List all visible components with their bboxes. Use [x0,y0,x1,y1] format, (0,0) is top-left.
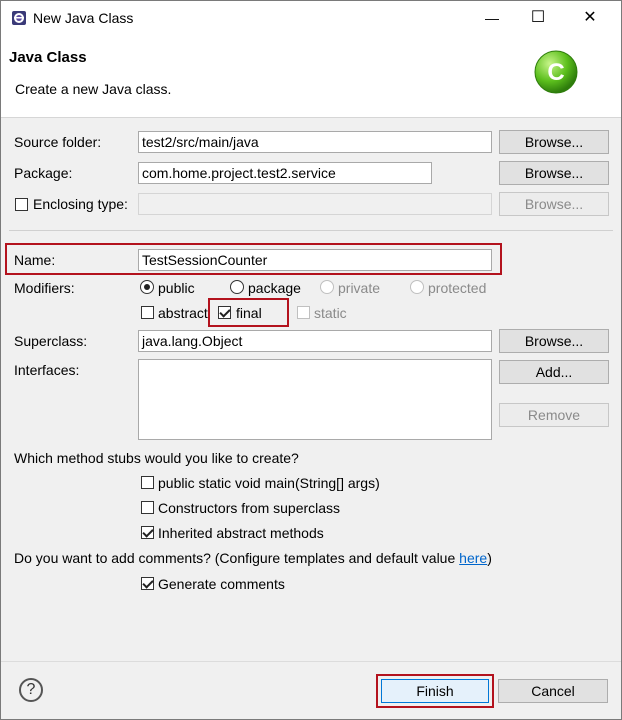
enclosing-type-input [138,193,492,215]
banner-description: Create a new Java class. [15,81,172,97]
minimize-button[interactable]: — [469,5,515,31]
final-highlight [208,298,289,327]
method-stubs-question: Which method stubs would you like to cre… [14,450,299,466]
private-label: private [338,280,381,296]
static-checkbox [297,306,310,319]
main-method-label: public static void main(String[] args) [158,475,380,491]
interfaces-label: Interfaces: [14,362,80,378]
source-folder-browse-button[interactable]: Browse... [499,130,609,154]
public-label: public [158,280,195,296]
title-bar: New Java Class — ☐ ✕ [1,1,621,35]
footer-separator [1,661,621,662]
enclosing-type-label: Enclosing type: [33,196,128,212]
protected-label: protected [428,280,487,296]
add-interface-button[interactable]: Add... [499,360,609,384]
superclass-label: Superclass: [14,333,88,349]
separator [9,230,613,231]
private-radio [320,280,334,294]
name-highlight [5,243,502,275]
interfaces-list[interactable] [138,359,492,440]
svg-text:C: C [547,59,564,86]
static-label: static [314,305,347,321]
abstract-checkbox[interactable] [141,306,154,319]
java-class-icon: C [533,49,579,95]
eclipse-icon [11,10,27,26]
help-icon[interactable]: ? [19,678,43,702]
generate-comments-checkbox[interactable] [141,577,154,590]
constructors-checkbox[interactable] [141,501,154,514]
abstract-label: abstract [158,305,208,321]
package-browse-button[interactable]: Browse... [499,161,609,185]
inherited-methods-label: Inherited abstract methods [158,525,324,541]
main-method-checkbox[interactable] [141,476,154,489]
window-title: New Java Class [33,10,134,26]
superclass-input[interactable]: java.lang.Object [138,330,492,352]
modifiers-label: Modifiers: [14,280,75,296]
protected-radio [410,280,424,294]
comments-question-text: Do you want to add comments? (Configure … [14,550,460,566]
superclass-browse-button[interactable]: Browse... [499,329,609,353]
cancel-button[interactable]: Cancel [498,679,608,703]
banner-heading: Java Class [9,49,87,66]
remove-interface-button: Remove [499,403,609,427]
package-input[interactable]: com.home.project.test2.service [138,162,432,184]
enclosing-type-browse-button: Browse... [499,192,609,216]
configure-templates-link[interactable]: here [459,550,487,566]
generate-comments-label: Generate comments [158,576,285,592]
constructors-label: Constructors from superclass [158,500,341,516]
source-folder-input[interactable]: test2/src/main/java [138,131,492,153]
package-radio-label: package [248,280,301,296]
comments-question-end: ) [487,550,492,566]
close-button[interactable]: ✕ [567,5,613,31]
package-label: Package: [14,165,73,181]
source-folder-label: Source folder: [14,134,102,150]
maximize-button[interactable]: ☐ [515,5,561,31]
public-radio[interactable] [140,280,154,294]
finish-highlight [376,674,494,708]
enclosing-type-checkbox[interactable] [15,198,28,211]
wizard-banner: Java Class Create a new Java class. C [1,35,621,118]
dialog-window: New Java Class — ☐ ✕ Java Class Create a… [0,0,622,720]
package-radio[interactable] [230,280,244,294]
inherited-methods-checkbox[interactable] [141,526,154,539]
comments-question: Do you want to add comments? (Configure … [14,550,492,566]
